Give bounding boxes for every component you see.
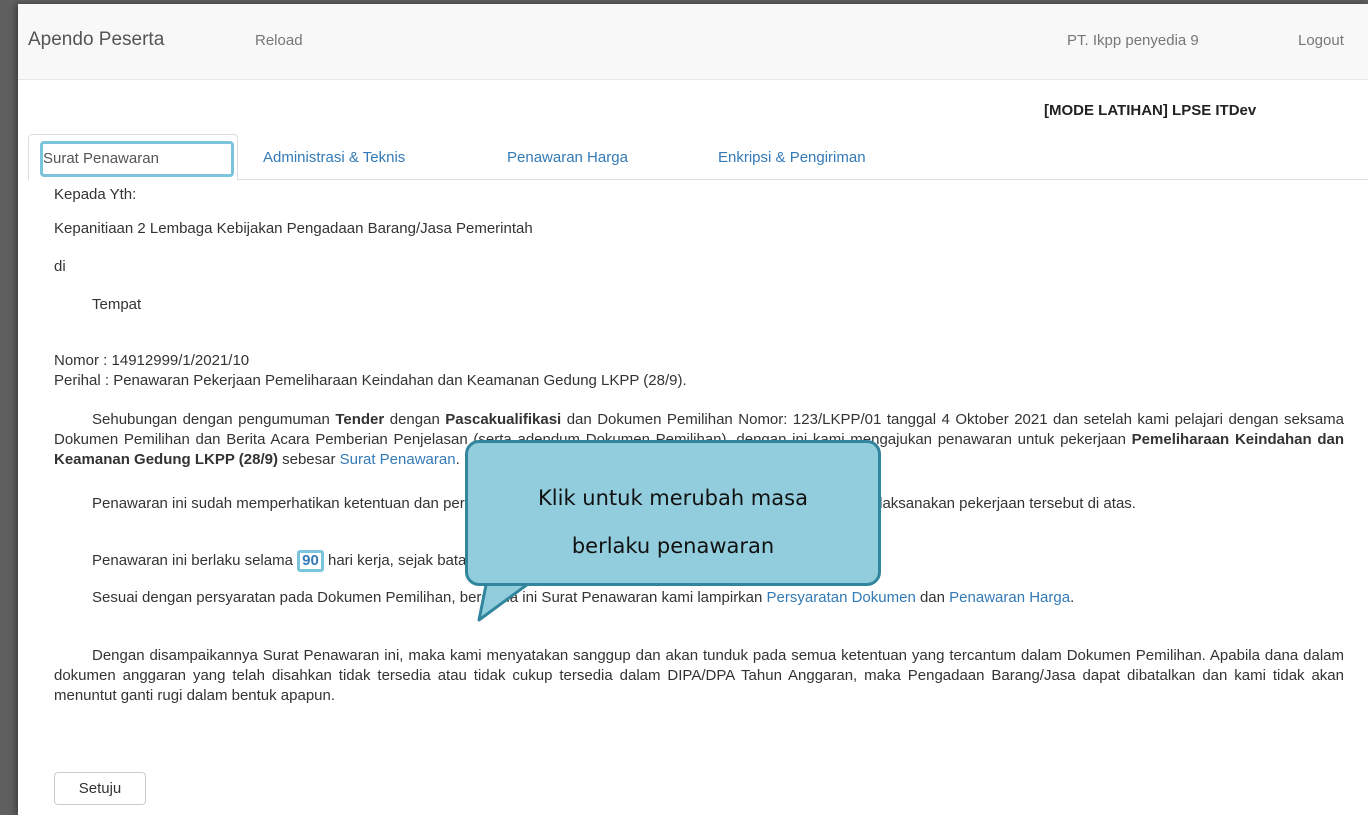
penawaran-harga-link[interactable]: Penawaran Harga (949, 589, 1070, 606)
callout-text-line2: berlaku penawaran (571, 534, 775, 558)
app-window: Apendo Peserta Reload PT. Ikpp penyedia … (18, 4, 1368, 815)
letter-perihal: Perihal : Penawaran Pekerjaan Pemelihara… (54, 372, 687, 389)
pascakualifikasi-text: Pascakualifikasi (445, 411, 562, 428)
tab-label: Penawaran Harga (507, 149, 628, 166)
letter-paragraph-5: Dengan disampaikannya Surat Penawaran in… (54, 647, 1344, 704)
tab-administrasi-teknis[interactable]: Administrasi & Teknis (263, 134, 405, 179)
letter-di: di (54, 258, 66, 275)
letter-nomor: Nomor : 14912999/1/2021/10 (54, 352, 250, 369)
logout-link[interactable]: Logout (1298, 32, 1344, 49)
setuju-button[interactable]: Setuju (54, 772, 146, 805)
tab-penawaran-harga[interactable]: Penawaran Harga (507, 134, 628, 179)
tab-label: Surat Penawaran (43, 150, 159, 167)
user-name: PT. Ikpp penyedia 9 (1067, 32, 1199, 49)
callout-tooltip: Klik untuk merubah masa berlaku penawara… (465, 440, 881, 622)
tab-label: Enkripsi & Pengiriman (718, 149, 866, 166)
reload-link[interactable]: Reload (255, 32, 303, 49)
tab-surat-penawaran[interactable]: Surat Penawaran (28, 134, 238, 181)
mode-label: [MODE LATIHAN] LPSE ITDev (1044, 102, 1257, 119)
top-navbar: Apendo Peserta Reload PT. Ikpp penyedia … (18, 4, 1368, 80)
letter-kepada: Kepada Yth: (54, 186, 137, 203)
tab-enkripsi-pengiriman[interactable]: Enkripsi & Pengiriman (718, 134, 866, 179)
callout-text-line1: Klik untuk merubah masa (538, 486, 808, 510)
surat-penawaran-link[interactable]: Surat Penawaran (340, 451, 456, 468)
validity-days-link[interactable]: 90 (297, 550, 324, 572)
letter-recipient: Kepanitiaan 2 Lembaga Kebijakan Pengadaa… (54, 220, 533, 237)
tab-bar: Surat Penawaran Administrasi & Teknis Pe… (28, 134, 1368, 181)
letter-tempat: Tempat (92, 296, 142, 313)
tender-text: Tender (335, 411, 385, 428)
tab-label: Administrasi & Teknis (263, 149, 406, 166)
app-brand[interactable]: Apendo Peserta (28, 29, 164, 51)
